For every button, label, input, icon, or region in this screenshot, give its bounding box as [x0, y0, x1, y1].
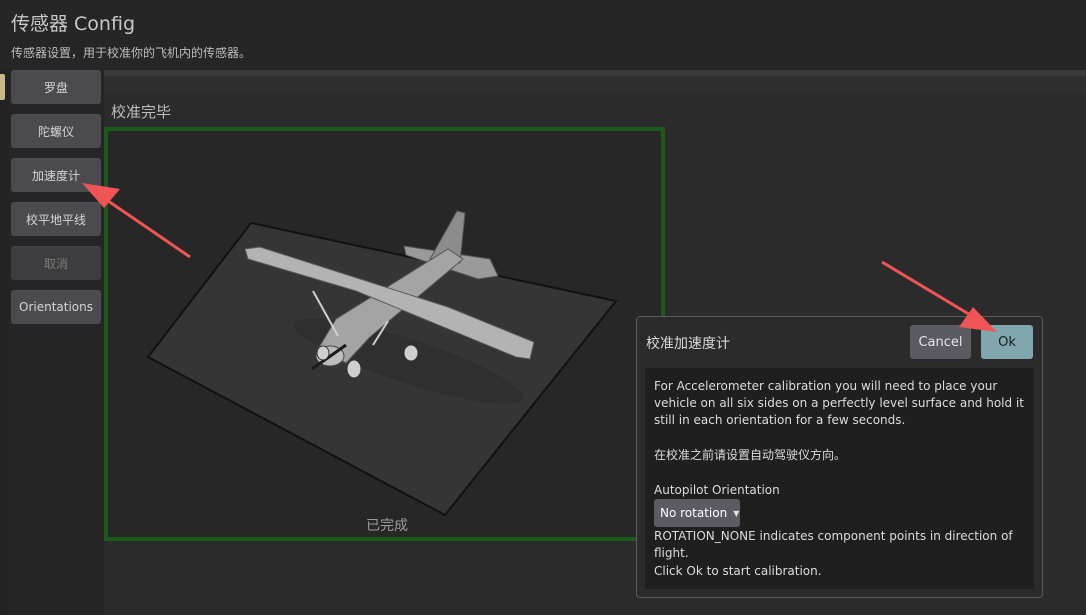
page-subtitle: 传感器设置，用于校准你的飞机内的传感器。 — [11, 46, 252, 60]
accelerometer-calibration-dialog: 校准加速度计 Cancel Ok For Accelerometer calib… — [636, 316, 1043, 598]
dialog-title: 校准加速度计 — [646, 336, 730, 352]
sensor-sidebar: 罗盘 陀螺仪 加速度计 校平地平线 取消 Orientations — [9, 70, 104, 615]
cancel-button[interactable]: Cancel — [910, 325, 971, 359]
content-toolbar — [104, 76, 1086, 94]
orientation-label: Autopilot Orientation — [654, 483, 780, 497]
caret-down-icon: ▼ — [733, 508, 740, 518]
ok-button[interactable]: Ok — [981, 325, 1033, 359]
calibration-instructions: For Accelerometer calibration you will n… — [654, 379, 1024, 427]
calibration-done-label: 已完成 — [366, 518, 408, 534]
active-indicator — [0, 74, 5, 100]
cancel-calibration-button: 取消 — [11, 246, 101, 280]
orientations-button[interactable]: Orientations — [11, 290, 101, 324]
gyroscope-button[interactable]: 陀螺仪 — [11, 114, 101, 148]
airplane-illustration — [146, 210, 618, 517]
orientation-note: 在校准之前请设置自动驾驶仪方向。 — [654, 448, 847, 462]
dialog-body: For Accelerometer calibration you will n… — [645, 368, 1034, 589]
level-horizon-button[interactable]: 校平地平线 — [11, 202, 101, 236]
page-header: 传感器 Config 传感器设置，用于校准你的飞机内的传感器。 — [0, 0, 1086, 70]
page-title: 传感器 Config — [11, 13, 136, 35]
compass-button[interactable]: 罗盘 — [11, 70, 101, 104]
start-calibration-hint: Click Ok to start calibration. — [654, 564, 822, 578]
left-strip — [0, 70, 9, 615]
orientation-select[interactable]: No rotation ▼ — [654, 499, 740, 527]
orientation-select-value: No rotation — [660, 506, 728, 520]
calibration-visual-frame: 已完成 — [104, 127, 665, 541]
calibration-status-title: 校准完毕 — [111, 103, 172, 121]
accelerometer-button[interactable]: 加速度计 — [11, 158, 101, 192]
orientation-help-text: ROTATION_NONE indicates component points… — [654, 529, 1013, 560]
